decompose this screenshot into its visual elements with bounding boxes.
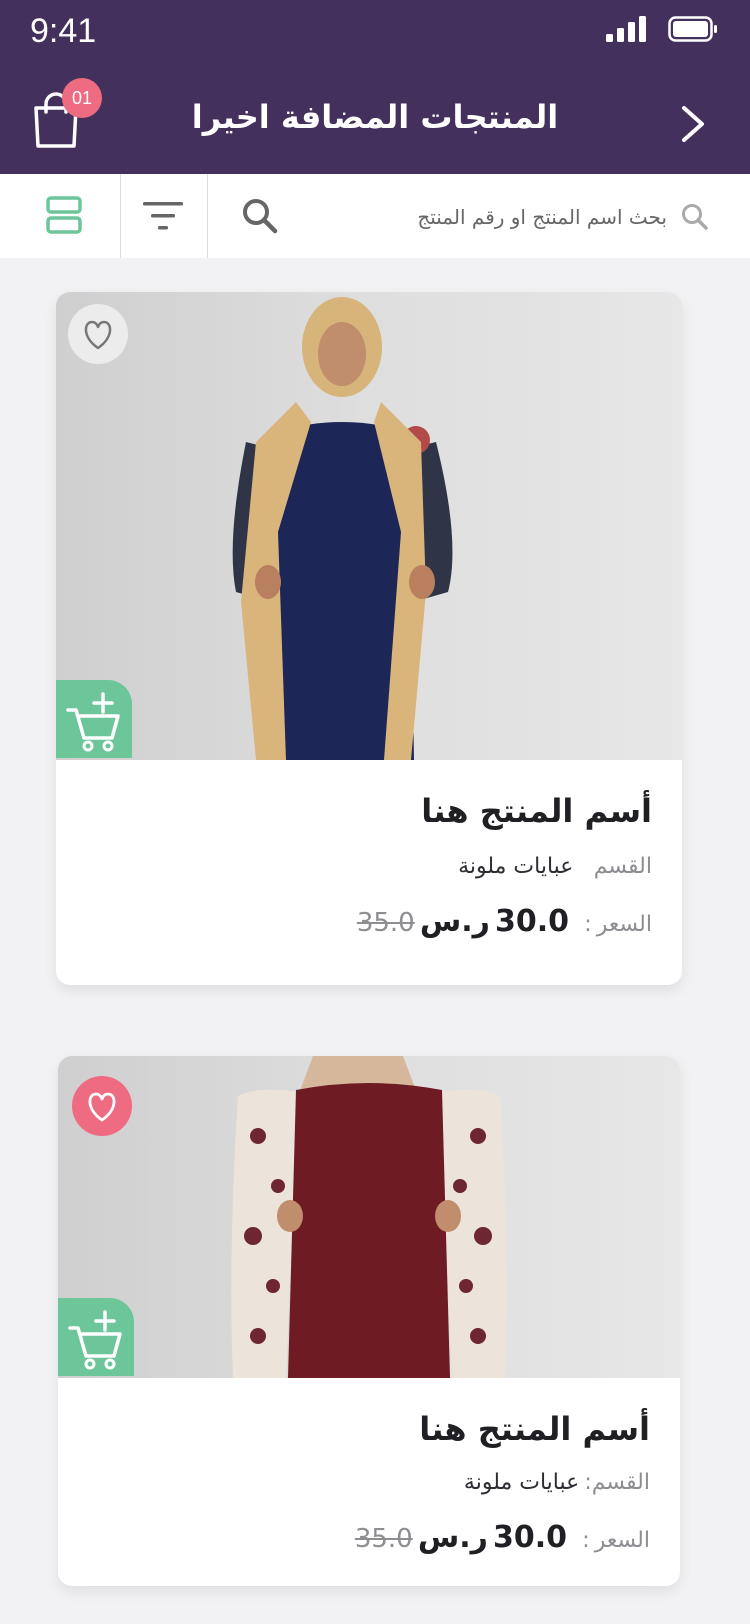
status-bar: 9:41 (0, 0, 750, 62)
product-price-row: السعر : 30.0 ر.س 35.0 (355, 1520, 650, 1555)
cart-plus-icon (66, 692, 120, 752)
category-label: القسم: (584, 1470, 650, 1495)
product-price-row: السعر : 30.0 ر.س 35.0 (357, 904, 652, 939)
favorite-button[interactable] (68, 304, 128, 364)
product-image[interactable] (58, 1056, 680, 1378)
favorite-button[interactable] (72, 1076, 132, 1136)
search-field-icon (682, 204, 708, 230)
price-value: 30.0 (494, 904, 570, 939)
heart-outline-icon (84, 320, 112, 350)
view-toggle-button[interactable] (36, 196, 92, 236)
chevron-right-icon (682, 106, 704, 142)
toolbar-divider (120, 174, 121, 258)
product-category-row: القسم عبايات ملونة (458, 854, 652, 879)
filter-icon (143, 202, 183, 230)
price-label: السعر (594, 1528, 650, 1553)
toolbar-divider (207, 174, 208, 258)
product-photo (231, 1056, 507, 1378)
filter-button[interactable] (140, 198, 186, 234)
product-category-row: القسم: عبايات ملونة (464, 1470, 650, 1495)
category-value: عبايات ملونة (458, 854, 574, 879)
price-value: 30.0 (492, 1520, 568, 1555)
price-label: السعر (596, 912, 652, 937)
search-button[interactable] (240, 196, 280, 236)
search-icon (243, 199, 278, 234)
signal-icon (606, 16, 646, 42)
search-input[interactable] (300, 188, 669, 246)
product-photo (232, 297, 453, 760)
app-header: 01 المنتجات المضافة اخيرا (0, 62, 750, 174)
add-to-cart-button[interactable] (58, 1298, 134, 1376)
category-value: عبايات ملونة (463, 1470, 580, 1495)
price-currency: ر.س (417, 1520, 488, 1555)
product-image[interactable] (56, 292, 682, 760)
page-title: المنتجات المضافة اخيرا (191, 98, 559, 136)
price-separator: : (584, 912, 592, 937)
product-name: أسم المنتج هنا (421, 792, 652, 830)
list-view-icon (46, 196, 82, 234)
back-button[interactable] (674, 102, 710, 146)
battery-icon (668, 16, 717, 42)
cart-plus-icon (68, 1310, 122, 1370)
old-price: 35.0 (356, 908, 415, 938)
status-time: 9:41 (30, 12, 97, 50)
price-separator: : (582, 1528, 590, 1553)
product-card[interactable]: أسم المنتج هنا القسم: عبايات ملونة السعر… (58, 1056, 680, 1586)
cart-count-badge: 01 (62, 78, 102, 118)
product-card[interactable]: أسم المنتج هنا القسم عبايات ملونة السعر … (56, 292, 682, 985)
product-name: أسم المنتج هنا (419, 1410, 650, 1448)
search-toolbar (0, 174, 750, 258)
price-currency: ر.س (419, 904, 490, 939)
add-to-cart-button[interactable] (56, 680, 132, 758)
old-price: 35.0 (354, 1524, 413, 1554)
heart-outline-icon (88, 1092, 116, 1122)
category-label: القسم (593, 854, 652, 879)
